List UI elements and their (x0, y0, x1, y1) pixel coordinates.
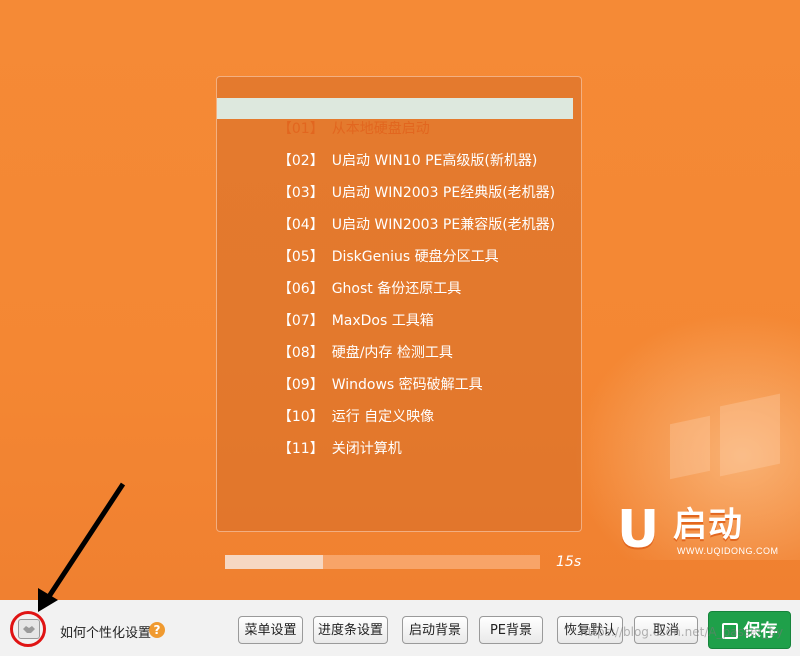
menu-item[interactable]: 【05】 DiskGenius 硬盘分区工具 (217, 226, 573, 265)
window-pane-decoration (720, 393, 780, 477)
uqidong-logo: U 启动 WWW.UQIDONG.COM (615, 500, 790, 565)
menu-item[interactable]: 【11】 关闭计算机 (217, 418, 573, 457)
menu-item[interactable]: 【02】 U启动 WIN10 PE高级版(新机器) (217, 130, 573, 169)
logo-url: WWW.UQIDONG.COM (677, 546, 779, 556)
menu-item[interactable]: 【06】 Ghost 备份还原工具 (217, 258, 573, 297)
logo-u: U (617, 500, 660, 560)
menu-item-label: 关闭计算机 (331, 441, 402, 457)
menu-item[interactable]: 【10】 运行 自定义映像 (217, 386, 573, 425)
pe-background-button[interactable]: PE背景 (479, 616, 543, 644)
menu-settings-button[interactable]: 菜单设置 (238, 616, 303, 644)
menu-item[interactable]: 【09】 Windows 密码破解工具 (217, 354, 573, 393)
logo-text: 启动 (673, 505, 743, 545)
menu-item[interactable]: 【03】 U启动 WIN2003 PE经典版(老机器) (217, 162, 573, 201)
countdown-progress-bar (225, 555, 540, 569)
boot-menu-panel: 【01】 从本地硬盘启动 【02】 U启动 WIN10 PE高级版(新机器) 【03… (216, 76, 582, 532)
howto-personalize-link[interactable]: 如何个性化设置 (60, 622, 151, 641)
boot-menu-preview: 【01】 从本地硬盘启动 【02】 U启动 WIN10 PE高级版(新机器) 【03… (0, 0, 800, 600)
question-circle-icon[interactable]: ? (149, 622, 165, 638)
menu-item[interactable]: 【07】 MaxDos 工具箱 (217, 290, 573, 329)
progress-settings-button[interactable]: 进度条设置 (313, 616, 388, 644)
annotation-circle (10, 611, 46, 647)
menu-item[interactable]: 【04】 U启动 WIN2003 PE兼容版(老机器) (217, 194, 573, 233)
menu-item[interactable]: 【01】 从本地硬盘启动 (217, 98, 573, 137)
watermark: https://blog.csdn.net/A_passer_by (580, 625, 784, 639)
menu-item-number: 【11】 (277, 441, 324, 457)
menu-item[interactable]: 【08】 硬盘/内存 检测工具 (217, 322, 573, 361)
progress-fill (225, 555, 323, 569)
boot-background-button[interactable]: 启动背景 (402, 616, 468, 644)
countdown-timer: 15s (556, 554, 582, 570)
window-pane-decoration (670, 415, 710, 480)
